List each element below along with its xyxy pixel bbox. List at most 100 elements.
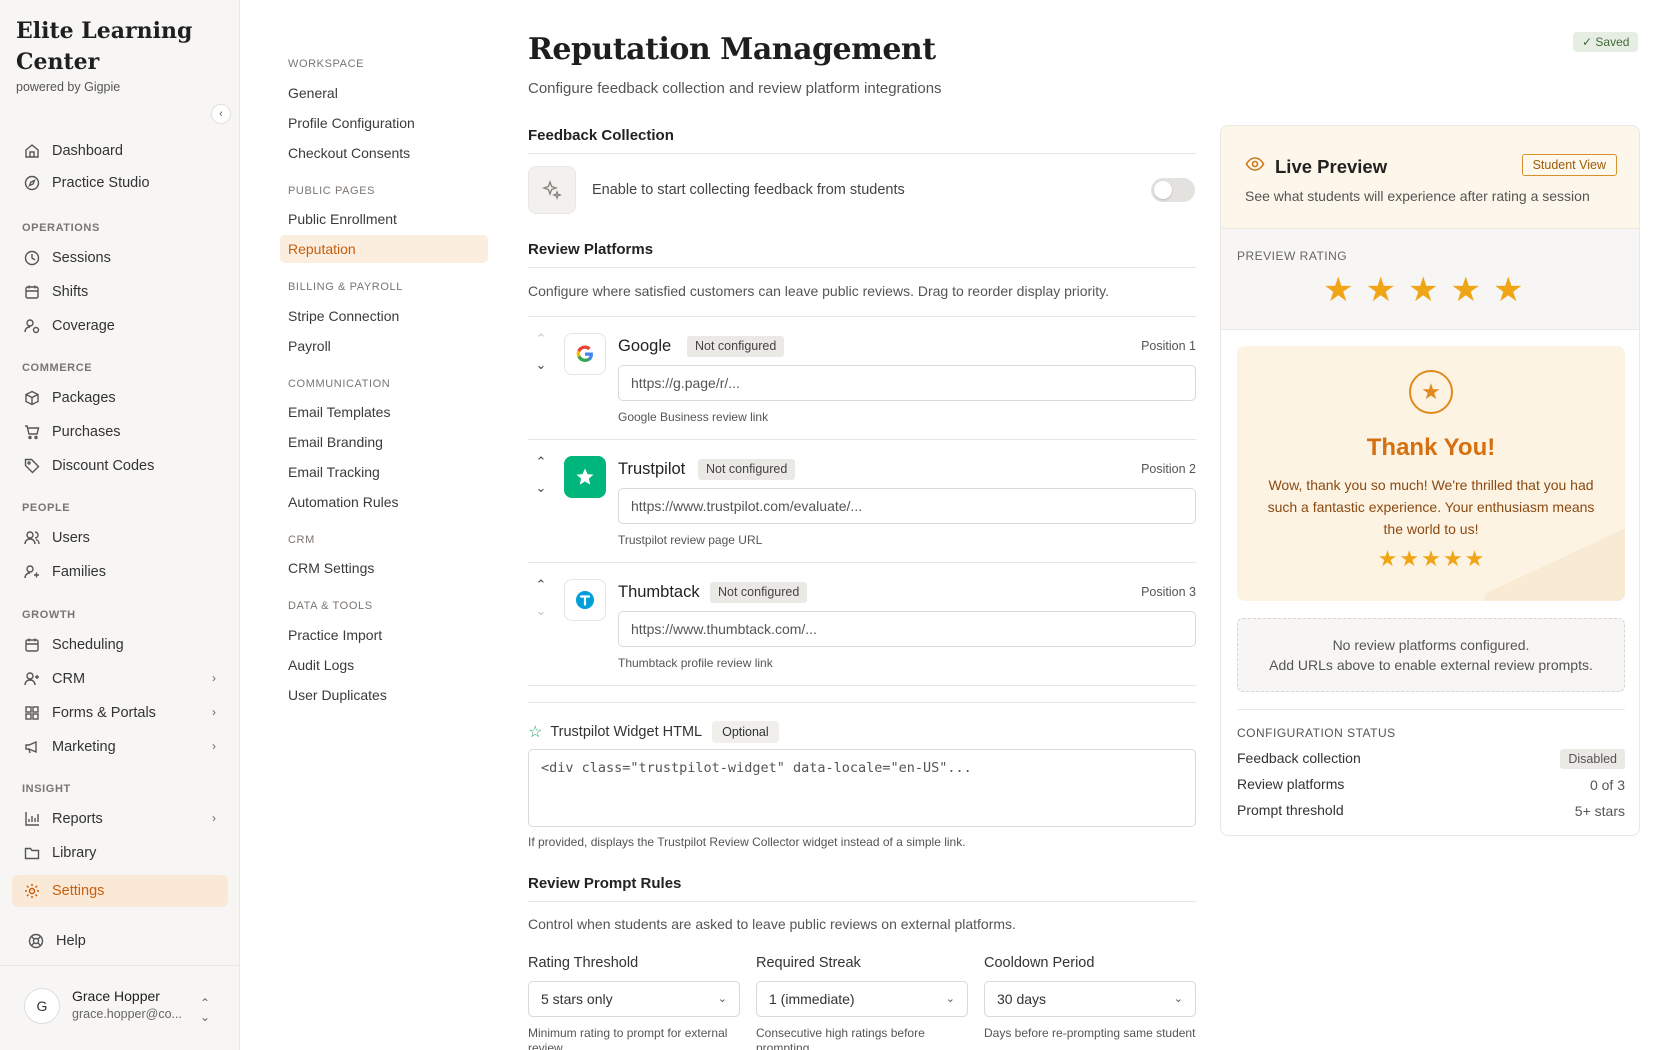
- move-down-button[interactable]: ⌄: [533, 357, 549, 383]
- star-icon: ★: [1377, 546, 1398, 571]
- sidebar-item-label: CRM: [52, 671, 86, 687]
- sidebar-item-forms-portals[interactable]: Forms & Portals ›: [12, 697, 228, 729]
- chevron-left-icon: ‹: [219, 108, 223, 120]
- sidebar-item-practice-studio[interactable]: Practice Studio: [12, 167, 228, 199]
- preview-rating-stars[interactable]: ★ ★ ★ ★ ★: [1323, 273, 1523, 307]
- subnav-item-payroll[interactable]: Payroll: [280, 332, 488, 360]
- required-streak-select[interactable]: 1 (immediate) ⌄: [756, 981, 968, 1017]
- star-icon[interactable]: ★: [1365, 273, 1395, 307]
- subnav-item-crm-settings[interactable]: CRM Settings: [280, 554, 488, 582]
- sidebar-item-families[interactable]: Families: [12, 556, 228, 588]
- review-platforms-description: Configure where satisfied customers can …: [528, 283, 1109, 299]
- chevron-down-icon: ⌄: [945, 993, 955, 1005]
- no-platforms-line2: Add URLs above to enable external review…: [1269, 657, 1593, 673]
- widget-help-text: If provided, displays the Trustpilot Rev…: [528, 835, 966, 849]
- saved-badge: ✓ Saved: [1573, 32, 1639, 52]
- field-hint: Minimum rating to prompt for external re…: [528, 1026, 728, 1050]
- star-icon[interactable]: ★: [1493, 273, 1523, 307]
- preview-subtitle: See what students will experience after …: [1245, 188, 1590, 204]
- users-icon: [22, 528, 42, 548]
- divider: [528, 685, 1196, 686]
- sidebar-item-users[interactable]: Users: [12, 522, 228, 554]
- field-label: Rating Threshold: [528, 955, 639, 971]
- sidebar-item-help[interactable]: Help: [16, 925, 232, 957]
- sidebar-item-reports[interactable]: Reports ›: [12, 803, 228, 835]
- star-icon[interactable]: ★: [1408, 273, 1438, 307]
- page-description: Configure feedback collection and review…: [528, 80, 942, 97]
- subnav-item-automation-rules[interactable]: Automation Rules: [280, 488, 488, 516]
- subnav-item-practice-import[interactable]: Practice Import: [280, 621, 488, 649]
- platform-row-trustpilot[interactable]: ⌃ ⌄ Trustpilot Not configured Position 2…: [528, 440, 1196, 563]
- user-menu[interactable]: G Grace Hopper grace.hopper@co... ⌃ ⌄: [0, 965, 240, 1050]
- thank-you-message: Wow, thank you so much! We're thrilled t…: [1267, 477, 1595, 537]
- star-icon[interactable]: ★: [1450, 273, 1480, 307]
- sidebar-item-coverage[interactable]: Coverage: [12, 310, 228, 342]
- thumbtack-url-input[interactable]: https://www.thumbtack.com/...: [618, 611, 1196, 647]
- star-outline-icon: ☆: [528, 724, 543, 741]
- chevron-right-icon: ›: [212, 811, 216, 825]
- subnav-item-checkout-consents[interactable]: Checkout Consents: [280, 139, 488, 167]
- rating-threshold-select[interactable]: 5 stars only ⌄: [528, 981, 740, 1017]
- preview-title-text: Live Preview: [1275, 155, 1388, 177]
- sidebar-item-label: Discount Codes: [52, 458, 155, 474]
- sidebar-section-operations: OPERATIONS: [22, 222, 100, 234]
- cooldown-period-select[interactable]: 30 days ⌄: [984, 981, 1196, 1017]
- sidebar-item-library[interactable]: Library: [12, 837, 228, 869]
- sidebar-item-settings[interactable]: Settings: [12, 875, 228, 907]
- move-down-button[interactable]: ⌄: [533, 480, 549, 506]
- home-icon: [22, 141, 42, 161]
- sidebar-item-crm[interactable]: CRM ›: [12, 663, 228, 695]
- google-url-input[interactable]: https://g.page/r/...: [618, 365, 1196, 401]
- prompt-rules-description: Control when students are asked to leave…: [528, 916, 1016, 932]
- google-logo-icon: [564, 333, 606, 375]
- subnav-item-email-templates[interactable]: Email Templates: [280, 398, 488, 426]
- cooldown-period-field: Cooldown Period 30 days ⌄ Days before re-…: [984, 955, 1196, 1041]
- sidebar-item-label: Reports: [52, 811, 103, 827]
- subnav-item-general[interactable]: General: [280, 79, 488, 107]
- config-label: Feedback collection: [1237, 750, 1361, 766]
- config-label: Prompt threshold: [1237, 802, 1344, 818]
- move-up-button[interactable]: ⌃: [533, 331, 549, 357]
- subnav-item-audit-logs[interactable]: Audit Logs: [280, 651, 488, 679]
- sidebar-item-scheduling[interactable]: Scheduling: [12, 629, 228, 661]
- sidebar-item-label: Scheduling: [52, 637, 124, 653]
- subnav-item-email-tracking[interactable]: Email Tracking: [280, 458, 488, 486]
- sidebar-item-packages[interactable]: Packages: [12, 382, 228, 414]
- sidebar-item-purchases[interactable]: Purchases: [12, 416, 228, 448]
- status-badge: Disabled: [1560, 749, 1625, 769]
- move-up-button[interactable]: ⌃: [533, 577, 549, 603]
- subnav-item-public-enrollment[interactable]: Public Enrollment: [280, 205, 488, 233]
- subnav-item-stripe-connection[interactable]: Stripe Connection: [280, 302, 488, 330]
- thank-you-title: Thank You!: [1366, 434, 1496, 461]
- compass-icon: [22, 173, 42, 193]
- sidebar-item-shifts[interactable]: Shifts: [12, 276, 228, 308]
- move-down-button[interactable]: ⌄: [533, 603, 549, 629]
- sidebar-item-sessions[interactable]: Sessions: [12, 242, 228, 274]
- platform-row-google[interactable]: ⌃ ⌄ Google Not configured Position 1 htt…: [528, 317, 1196, 440]
- subnav-item-email-branding[interactable]: Email Branding: [280, 428, 488, 456]
- platform-row-thumbtack[interactable]: ⌃ ⌄ Thumbtack Not configured Position 3 …: [528, 563, 1196, 686]
- sidebar-item-marketing[interactable]: Marketing ›: [12, 731, 228, 763]
- no-platforms-line1: No review platforms configured.: [1332, 637, 1530, 653]
- sidebar-item-dashboard[interactable]: Dashboard: [12, 135, 228, 167]
- star-icon: ★: [1442, 546, 1463, 571]
- collapse-sidebar-button[interactable]: ‹: [211, 104, 231, 124]
- subnav-item-profile-configuration[interactable]: Profile Configuration: [280, 109, 488, 137]
- required-streak-field: Required Streak 1 (immediate) ⌄ Consecuti…: [756, 955, 968, 1050]
- star-icon: ★: [1421, 546, 1441, 571]
- avatar: G: [24, 988, 60, 1024]
- subnav-item-reputation[interactable]: Reputation: [280, 235, 488, 263]
- sidebar-item-label: Forms & Portals: [52, 705, 156, 721]
- subnav-item-user-duplicates[interactable]: User Duplicates: [280, 681, 488, 709]
- star-icon[interactable]: ★: [1323, 273, 1353, 307]
- feedback-toggle[interactable]: [1151, 178, 1195, 202]
- chevron-right-icon: ›: [212, 671, 216, 685]
- widget-html-textarea[interactable]: <div class="trustpilot-widget" data-loca…: [528, 749, 1196, 827]
- star-circle-icon: ★: [1409, 370, 1453, 414]
- sidebar-item-label: Marketing: [52, 739, 116, 755]
- move-up-button[interactable]: ⌃: [533, 454, 549, 480]
- sidebar-item-discount-codes[interactable]: Discount Codes: [12, 450, 228, 482]
- select-value: 30 days: [997, 991, 1047, 1007]
- review-platforms-title: Review Platforms: [528, 241, 654, 258]
- trustpilot-url-input[interactable]: https://www.trustpilot.com/evaluate/...: [618, 488, 1196, 524]
